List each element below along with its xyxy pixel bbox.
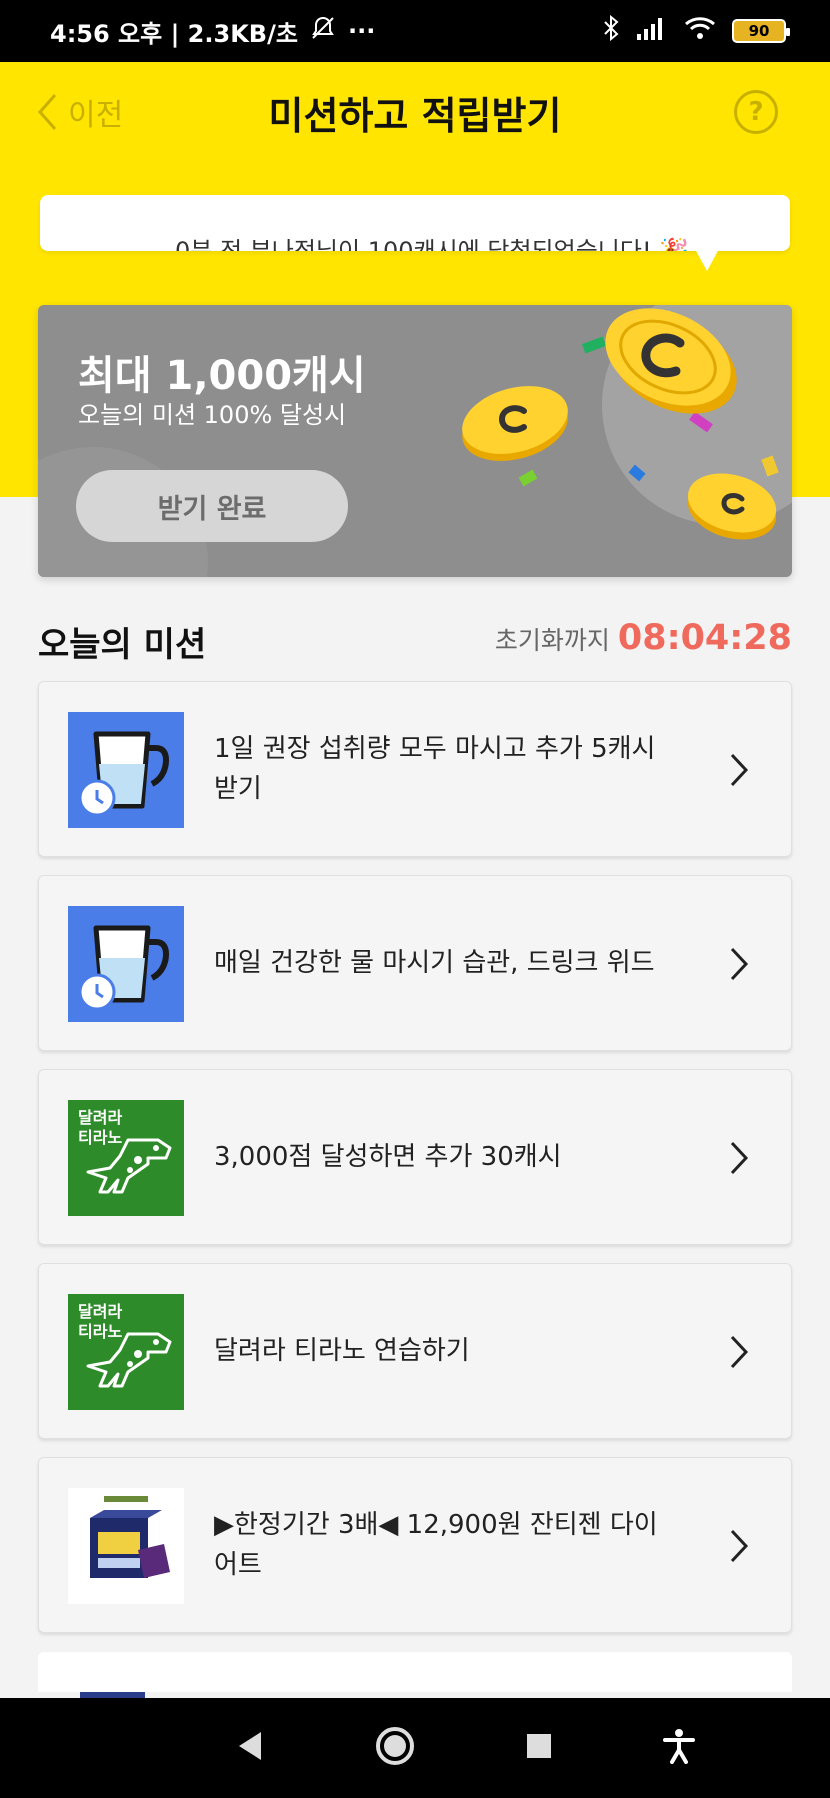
status-right: 90 — [602, 14, 790, 48]
reset-label: 초기화까지 — [494, 626, 610, 655]
chevron-right-icon — [729, 752, 749, 792]
tirano-game-icon: 달려라 티라노 — [68, 1294, 184, 1410]
battery-icon: 90 — [732, 19, 790, 43]
recents-square-icon[interactable] — [525, 1732, 553, 1764]
question-icon: ? — [748, 97, 764, 127]
ticker-text: 0분 전 부나정님이 100캐시에 당첨되었습니다! 🎉 — [175, 237, 690, 251]
mission-text: 3,000점 달성하면 추가 30캐시 — [214, 1142, 562, 1172]
back-label: 이전 — [68, 98, 124, 133]
water-cup-icon — [68, 906, 184, 1022]
product-image — [68, 1488, 184, 1604]
reward-subtitle: 오늘의 미션 100% 달성시 — [78, 401, 347, 429]
chevron-right-icon — [729, 1140, 749, 1180]
battery-level: 90 — [748, 22, 770, 40]
missions-title: 오늘의 미션 — [38, 625, 207, 665]
system-nav-bar — [0, 1698, 830, 1798]
accessibility-icon[interactable] — [663, 1728, 695, 1768]
chevron-right-icon — [729, 1334, 749, 1374]
mission-item[interactable]: 1일 권장 섭취량 모두 마시고 추가 5캐시 받기 — [38, 681, 792, 857]
mission-text: 달려라 티라노 연습하기 — [214, 1336, 470, 1366]
mission-item[interactable]: 달려라 티라노 3,000점 달성하면 추가 30캐시 — [38, 1069, 792, 1245]
mission-text: ▶한정기간 3배◀ 12,900원 잔티젠 다이어트 — [214, 1510, 658, 1580]
chevron-right-icon — [729, 946, 749, 986]
mission-item[interactable]: 달려라 티라노 달려라 티라노 연습하기 — [38, 1263, 792, 1439]
signal-icon — [636, 16, 668, 46]
ticker-tail — [695, 249, 719, 271]
bluetooth-icon — [602, 14, 620, 48]
home-circle-icon[interactable] — [375, 1726, 415, 1770]
top-navigation: 이전 미션하고 적립받기 ? — [0, 62, 830, 162]
claim-complete-button[interactable]: 받기 완료 — [76, 470, 348, 542]
mission-item[interactable]: 매일 건강한 물 마시기 습관, 드링크 위드 — [38, 875, 792, 1051]
mission-text: 매일 건강한 물 마시기 습관, 드링크 위드 — [214, 948, 655, 978]
reset-time: 08:04:28 — [617, 618, 792, 658]
tirano-game-icon: 달려라 티라노 — [68, 1100, 184, 1216]
reward-title: 최대 1,000캐시 — [78, 353, 366, 399]
mission-text: 1일 권장 섭취량 모두 마시고 추가 5캐시 받기 — [214, 734, 656, 804]
mission-item[interactable] — [38, 1652, 792, 1700]
mission-item[interactable]: ▶한정기간 3배◀ 12,900원 잔티젠 다이어트 — [38, 1457, 792, 1633]
page-title: 미션하고 적립받기 — [268, 93, 562, 138]
back-triangle-icon[interactable] — [235, 1730, 265, 1766]
back-button[interactable]: 이전 — [36, 90, 123, 134]
water-cup-icon — [68, 712, 184, 828]
mute-bell-icon — [310, 15, 336, 47]
reward-card: 최대 1,000캐시 오늘의 미션 100% 달성시 받기 완료 — [38, 305, 792, 577]
status-bar: 4:56 오후 | 2.3KB/초 ··· 90 — [0, 0, 830, 62]
reset-timer: 초기화까지 08:04:28 — [495, 618, 792, 658]
status-time: 4:56 오후 | 2.3KB/초 — [50, 19, 298, 48]
wifi-icon — [684, 16, 716, 46]
status-left: 4:56 오후 | 2.3KB/초 ··· — [50, 14, 375, 49]
coins-illustration — [462, 308, 779, 540]
winner-ticker: 0분 전 부나정님이 100캐시에 당첨되었습니다! 🎉 — [40, 195, 790, 251]
status-more: ··· — [347, 17, 376, 45]
chevron-right-icon — [729, 1528, 749, 1568]
help-button[interactable]: ? — [734, 90, 778, 134]
chevron-left-icon — [36, 92, 58, 132]
